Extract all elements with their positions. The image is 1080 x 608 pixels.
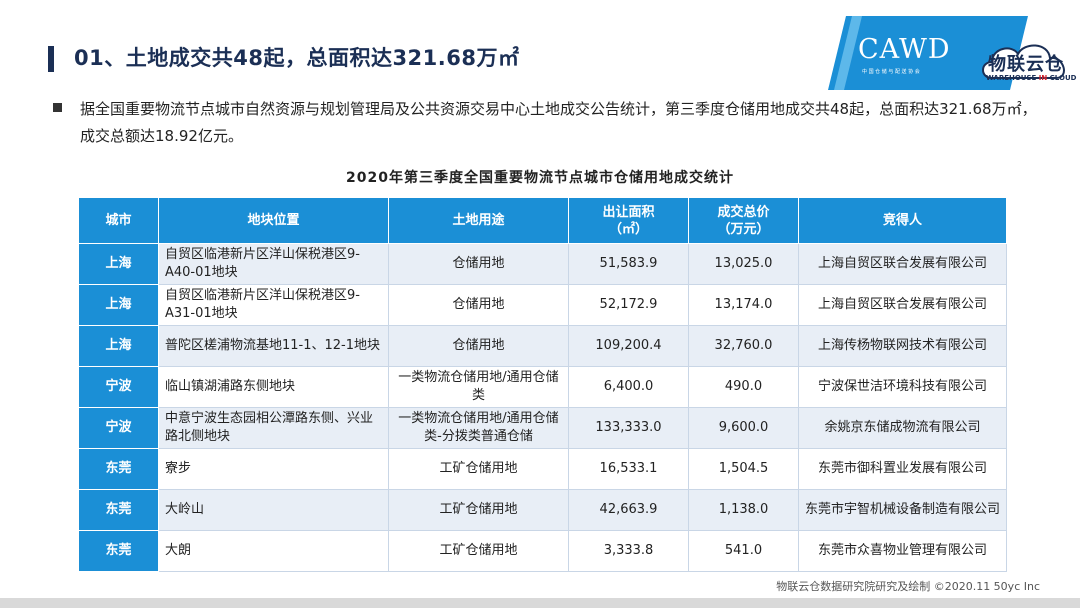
header-winner: 竞得人 [798,197,1007,244]
cell-location: 大朗 [158,530,389,572]
cell-winner: 上海自贸区联合发展有限公司 [798,284,1007,326]
table-row: 宁波 中意宁波生态园相公潭路东侧、兴业路北侧地块 一类物流仓储用地/通用仓储类-… [78,407,1007,449]
cell-location: 临山镇湖浦路东侧地块 [158,366,389,408]
cell-location: 中意宁波生态园相公潭路东侧、兴业路北侧地块 [158,407,389,449]
header-price: 成交总价 （万元） [688,197,799,244]
cell-location: 普陀区槎浦物流基地11-1、12-1地块 [158,325,389,367]
logo: CAWD 中 国 仓 储 与 配 送 协 会 物联云仓 WAREHOUSE IN… [828,16,1080,90]
cell-winner: 上海传杨物联网技术有限公司 [798,325,1007,367]
bullet-marker [53,103,62,112]
cell-winner: 上海自贸区联合发展有限公司 [798,243,1007,285]
table-title: 2020年第三季度全国重要物流节点城市仓储用地成交统计 [346,170,734,186]
table-row: 宁波 临山镇湖浦路东侧地块 一类物流仓储用地/通用仓储类 6,400.0 490… [78,366,1007,408]
land-deals-table: 城市 地块位置 土地用途 出让面积 （㎡） 成交总价 （万元） 竞得人 上海 自贸区… [78,197,1007,572]
cell-location: 自贸区临港新片区洋山保税港区9-A40-01地块 [158,243,389,285]
page-title: 01、土地成交共48起，总面积达321.68万㎡ [74,46,520,70]
logo-brand: CAWD [858,34,951,65]
cell-winner: 宁波保世洁环境科技有限公司 [798,366,1007,408]
cell-city: 东莞 [78,530,159,572]
cell-price: 1,138.0 [688,489,799,531]
footer-credit: 物联云仓数据研究院研究及绘制 ©2020.11 50yc Inc [776,580,1040,593]
cell-area: 6,400.0 [568,366,689,408]
cell-use: 一类物流仓储用地/通用仓储类-分拨类普通仓储 [388,407,569,449]
table-row: 东莞 大岭山 工矿仓储用地 42,663.9 1,138.0 东莞市宇智机械设备… [78,489,1007,531]
cell-city: 宁波 [78,366,159,408]
cell-price: 541.0 [688,530,799,572]
cell-city: 宁波 [78,407,159,449]
cell-city: 东莞 [78,448,159,490]
intro-paragraph: 据全国重要物流节点城市自然资源与规划管理局及公共资源交易中心土地成交公告统计，第… [80,100,1037,145]
cell-use: 工矿仓储用地 [388,448,569,490]
cell-city: 上海 [78,325,159,367]
cell-area: 51,583.9 [568,243,689,285]
cell-location: 大岭山 [158,489,389,531]
header-use: 土地用途 [388,197,569,244]
cell-area: 109,200.4 [568,325,689,367]
header-area: 出让面积 （㎡） [568,197,689,244]
cell-use: 仓储用地 [388,243,569,285]
cell-price: 13,025.0 [688,243,799,285]
title-accent-bar [48,46,54,72]
header-city: 城市 [78,197,159,244]
cell-use: 工矿仓储用地 [388,530,569,572]
cell-use: 工矿仓储用地 [388,489,569,531]
cell-location: 寮步 [158,448,389,490]
cell-use: 一类物流仓储用地/通用仓储类 [388,366,569,408]
cell-winner: 东莞市众喜物业管理有限公司 [798,530,1007,572]
cell-price: 13,174.0 [688,284,799,326]
cell-use: 仓储用地 [388,325,569,367]
cell-winner: 东莞市御科置业发展有限公司 [798,448,1007,490]
cell-area: 3,333.8 [568,530,689,572]
table-row: 东莞 寮步 工矿仓储用地 16,533.1 1,504.5 东莞市御科置业发展有… [78,448,1007,490]
table-row: 东莞 大朗 工矿仓储用地 3,333.8 541.0 东莞市众喜物业管理有限公司 [78,530,1007,572]
table-row: 上海 自贸区临港新片区洋山保税港区9-A31-01地块 仓储用地 52,172.… [78,284,1007,326]
cell-use: 仓储用地 [388,284,569,326]
cell-area: 42,663.9 [568,489,689,531]
cell-winner: 余姚京东储成物流有限公司 [798,407,1007,449]
table-row: 上海 自贸区临港新片区洋山保税港区9-A40-01地块 仓储用地 51,583.… [78,243,1007,285]
cell-city: 东莞 [78,489,159,531]
header-location: 地块位置 [158,197,389,244]
cell-price: 1,504.5 [688,448,799,490]
cell-area: 52,172.9 [568,284,689,326]
cell-area: 16,533.1 [568,448,689,490]
cell-location: 自贸区临港新片区洋山保税港区9-A31-01地块 [158,284,389,326]
cell-city: 上海 [78,284,159,326]
cell-price: 32,760.0 [688,325,799,367]
bottom-divider [0,598,1080,608]
cell-price: 9,600.0 [688,407,799,449]
cell-winner: 东莞市宇智机械设备制造有限公司 [798,489,1007,531]
logo-cloud-en: WAREHOUSE IN CLOUD [986,74,1077,82]
logo-subtitle: 中 国 仓 储 与 配 送 协 会 [862,69,920,75]
cell-price: 490.0 [688,366,799,408]
cell-area: 133,333.0 [568,407,689,449]
cell-city: 上海 [78,243,159,285]
table-row: 上海 普陀区槎浦物流基地11-1、12-1地块 仓储用地 109,200.4 3… [78,325,1007,367]
table-header-row: 城市 地块位置 土地用途 出让面积 （㎡） 成交总价 （万元） 竞得人 [78,197,1007,244]
logo-cloud-cn: 物联云仓 [988,54,1064,75]
